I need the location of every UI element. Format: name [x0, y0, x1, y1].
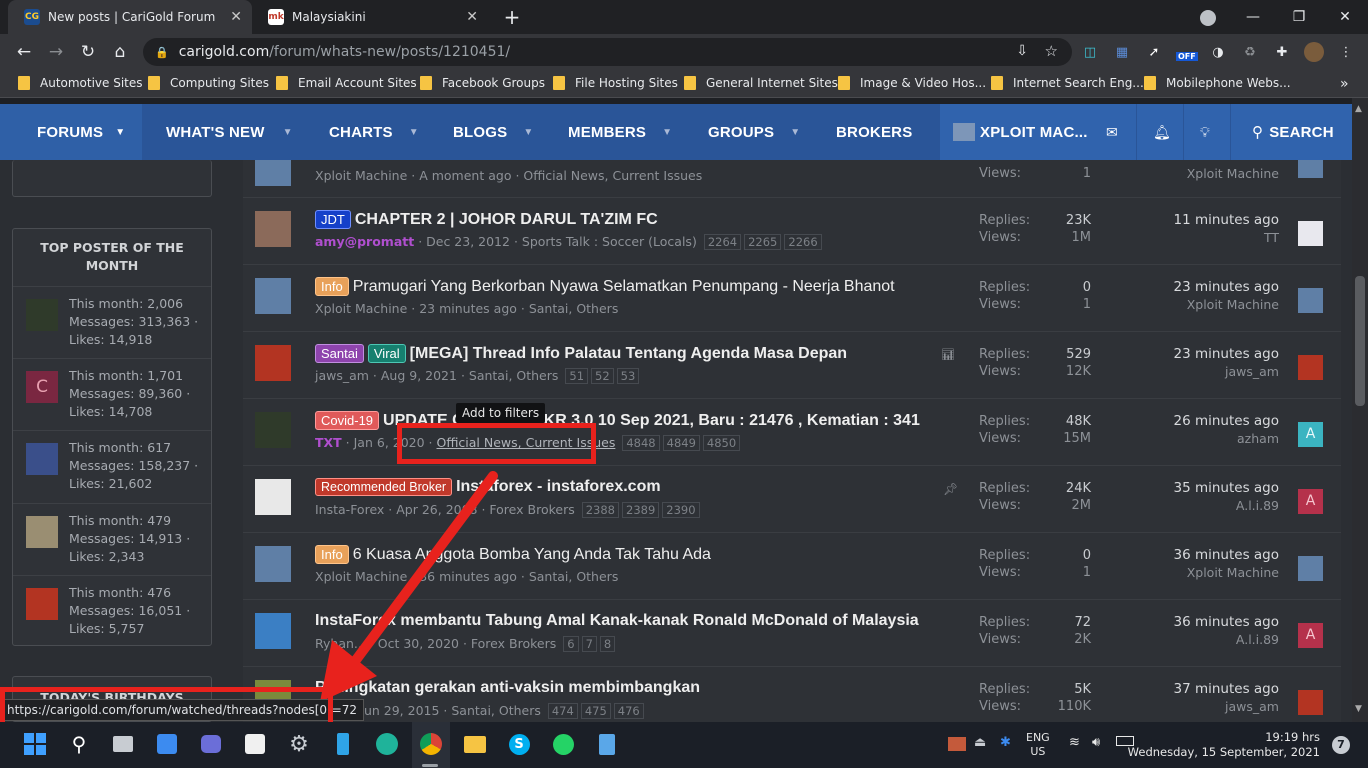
clock[interactable]: 19:19 hrs Wednesday, 15 September, 2021 [1128, 730, 1320, 760]
wifi-icon[interactable]: ≋ [1069, 735, 1080, 750]
task-view-icon[interactable] [110, 731, 136, 757]
phone-app-icon[interactable] [330, 731, 356, 757]
keyboard-layout: US [1030, 745, 1046, 758]
annotation-arrow-shaft [345, 471, 498, 673]
skype-icon[interactable]: S [506, 731, 532, 757]
language-code: ENG [1026, 731, 1050, 744]
widgets-icon[interactable] [154, 731, 180, 757]
tray-app-icon[interactable] [948, 737, 966, 751]
language-indicator[interactable]: ENG US [1026, 731, 1050, 759]
clock-time: 19:19 hrs [1265, 730, 1320, 744]
clock-date: Wednesday, 15 September, 2021 [1127, 745, 1320, 759]
notepad-icon[interactable] [594, 731, 620, 757]
store-icon[interactable] [242, 731, 268, 757]
bluetooth-icon[interactable]: ✱ [1000, 735, 1011, 750]
usb-eject-icon[interactable]: ⏏ [974, 735, 986, 750]
chrome-icon[interactable] [418, 731, 444, 757]
edge-browser-icon[interactable] [374, 731, 400, 757]
settings-gear-icon[interactable]: ⚙ [286, 731, 312, 757]
volume-icon[interactable]: 🔊︎ [1092, 735, 1100, 750]
teams-chat-icon[interactable] [198, 731, 224, 757]
search-icon[interactable]: ⚲ [66, 731, 92, 757]
windows-taskbar: ⚲ ⚙ S ⏏ ✱ ENG US ≋ 🔊︎ 19:19 hrs Wednesda… [0, 722, 1368, 768]
active-app-indicator [422, 764, 438, 767]
annotation-arrow [320, 471, 498, 702]
whatsapp-icon[interactable] [550, 731, 576, 757]
windows-start-icon[interactable] [22, 731, 48, 757]
notification-badge[interactable]: 7 [1332, 736, 1350, 754]
file-explorer-icon[interactable] [462, 731, 488, 757]
